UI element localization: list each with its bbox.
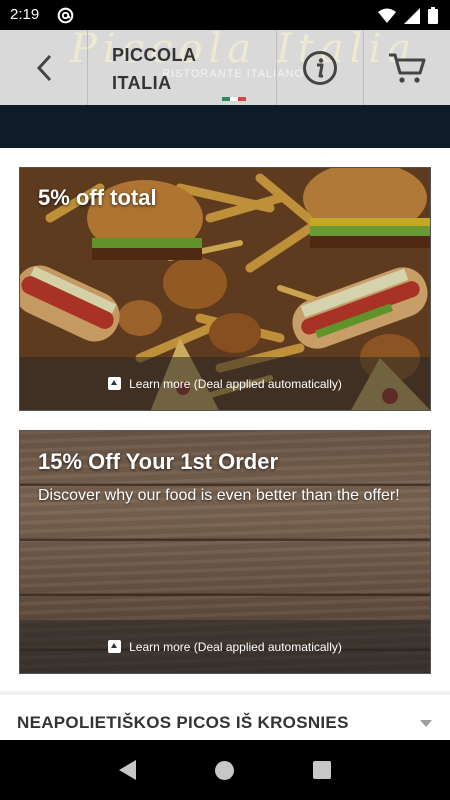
content-area: 5% off total Learn more (Deal applied au… [0, 148, 450, 740]
learn-more-text: Learn more (Deal applied automatically) [129, 639, 342, 654]
status-time: 2:19 [10, 6, 40, 23]
cart-icon [388, 53, 425, 83]
wifi-icon [378, 8, 396, 23]
restaurant-title-line1: PICCOLA [112, 45, 197, 65]
italian-flag-stripe [222, 97, 246, 101]
deal-title: 15% Off Your 1st Order [38, 449, 279, 474]
learn-more-text: Learn more (Deal applied automatically) [129, 376, 342, 391]
chevron-down-icon [420, 720, 432, 727]
chevron-left-icon [36, 54, 51, 81]
deal-card[interactable]: 5% off total Learn more (Deal applied au… [19, 167, 431, 411]
menu-category-header[interactable]: NEAPOLIETIŠKOS PICOS IŠ KROSNIES [0, 695, 450, 740]
home-circle-icon[interactable] [214, 760, 234, 780]
status-bar: 2:19 [0, 0, 450, 30]
cart-button[interactable] [363, 30, 450, 105]
expand-up-icon [108, 377, 122, 390]
menu-category-title: NEAPOLIETIŠKOS PICOS IŠ KROSNIES [17, 713, 349, 732]
back-button[interactable] [0, 30, 87, 105]
battery-icon [428, 7, 438, 24]
system-nav-bar [0, 740, 450, 800]
back-triangle-icon[interactable] [119, 760, 137, 780]
deal-title: 5% off total [38, 185, 157, 210]
learn-more-link[interactable]: Learn more (Deal applied automatically) [20, 357, 430, 410]
app-header: Piccola Italia RISTORANTE ITALIANO PICCO… [0, 30, 450, 105]
signal-icon [404, 7, 420, 24]
header-divider [87, 30, 88, 105]
info-icon [302, 50, 337, 85]
status-icons [378, 7, 438, 24]
learn-more-link[interactable]: Learn more (Deal applied automatically) [20, 620, 430, 673]
restaurant-title-line2: ITALIA [112, 73, 172, 93]
deal-description: Discover why our food is even better tha… [38, 487, 400, 504]
header-band [0, 105, 450, 148]
restaurant-title: PICCOLA ITALIA [112, 41, 262, 97]
at-sign-icon [57, 7, 74, 24]
expand-up-icon [108, 640, 122, 653]
info-button[interactable] [276, 30, 363, 105]
recents-square-icon[interactable] [312, 761, 331, 779]
deal-card[interactable]: 15% Off Your 1st Order Discover why our … [19, 430, 431, 674]
